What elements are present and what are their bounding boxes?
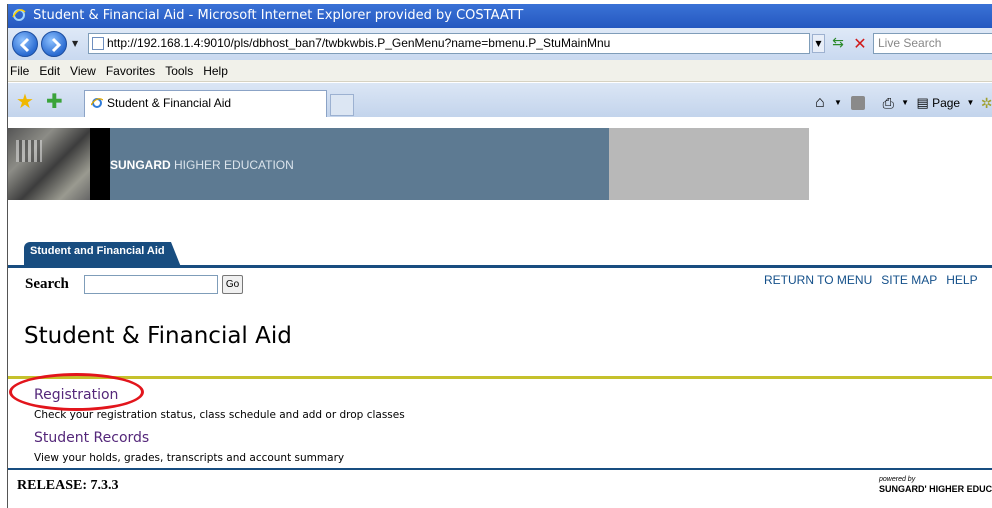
return-to-menu-link[interactable]: RETURN TO MENU	[764, 273, 872, 287]
stop-icon[interactable]: ✕	[850, 34, 870, 53]
feeds-icon[interactable]	[851, 95, 866, 110]
banner-gray-block	[609, 128, 809, 200]
page-icon-small: ▤	[916, 94, 929, 110]
tab-ie-icon	[91, 98, 103, 108]
search-input[interactable]	[84, 275, 218, 294]
sungard-logo: SUNGARD HIGHER EDUCATION	[110, 158, 294, 172]
gold-divider	[8, 376, 992, 379]
footer-divider	[8, 468, 992, 470]
tab-label: Student & Financial Aid	[107, 96, 232, 110]
new-tab-button[interactable]	[330, 94, 354, 116]
back-button[interactable]	[12, 31, 38, 57]
url-dropdown-icon[interactable]: ▼	[812, 34, 825, 53]
page-dropdown-icon[interactable]: ▼	[966, 92, 974, 114]
annotation-circle	[9, 373, 144, 411]
help-link[interactable]: HELP	[946, 273, 977, 287]
refresh-icon[interactable]: ⇆	[828, 34, 848, 53]
menu-tools[interactable]: Tools	[160, 60, 198, 82]
history-dropdown-icon[interactable]: ▼	[72, 39, 78, 48]
favorites-star-icon[interactable]: ★	[16, 91, 34, 111]
banner-photo	[8, 128, 90, 200]
address-bar: ▼ http://192.168.1.4:9010/pls/dbhost_ban…	[8, 28, 992, 60]
url-field[interactable]: http://192.168.1.4:9010/pls/dbhost_ban7/…	[88, 33, 810, 54]
site-map-link[interactable]: SITE MAP	[881, 273, 937, 287]
release-label: RELEASE: 7.3.3	[17, 478, 119, 493]
print-dropdown-icon[interactable]: ▼	[901, 92, 909, 114]
menu-view[interactable]: View	[65, 60, 101, 82]
page-content: SUNGARD HIGHER EDUCATION Student and Fin…	[8, 118, 992, 508]
registration-description: Check your registration status, class sc…	[34, 409, 405, 421]
window-title: Student & Financial Aid - Microsoft Inte…	[33, 8, 524, 23]
menu-edit[interactable]: Edit	[34, 60, 65, 82]
ie-logo-icon	[12, 8, 26, 21]
menu-bar: File Edit View Favorites Tools Help	[8, 60, 992, 82]
banner-brand: SUNGARD	[110, 158, 171, 172]
powered-by-logo: powered by SUNGARD' HIGHER EDUCA	[879, 476, 992, 494]
top-links: RETURN TO MENU SITE MAP HELP	[764, 273, 987, 287]
menu-favorites[interactable]: Favorites	[101, 60, 160, 82]
add-favorites-icon[interactable]: ✚	[46, 91, 63, 111]
tab-student-financial-aid[interactable]: Student and Financial Aid	[24, 242, 181, 267]
tab-bar: ★ ✚ Student & Financial Aid ⌂ ▼ ⎙ ▼ ▤ Pa…	[8, 83, 992, 117]
tools-gear-icon[interactable]: ✲	[981, 92, 992, 114]
tab-underline	[8, 265, 992, 268]
menu-help[interactable]: Help	[198, 60, 233, 82]
menu-file[interactable]: File	[8, 60, 34, 82]
print-icon[interactable]: ⎙	[883, 92, 894, 114]
title-bar: Student & Financial Aid - Microsoft Inte…	[8, 4, 992, 28]
student-records-description: View your holds, grades, transcripts and…	[34, 452, 345, 464]
url-text: http://192.168.1.4:9010/pls/dbhost_ban7/…	[107, 36, 611, 50]
home-dropdown-icon[interactable]: ▼	[834, 92, 842, 114]
page-icon	[92, 37, 104, 50]
live-search-placeholder: Live Search	[878, 36, 942, 50]
browser-window: Student & Financial Aid - Microsoft Inte…	[7, 4, 992, 508]
command-bar: ⌂ ▼ ⎙ ▼ ▤ Page ▼ ✲	[815, 91, 992, 113]
search-label: Search	[25, 276, 69, 292]
back-arrow-icon	[19, 37, 30, 53]
banner-black-strip	[90, 128, 110, 200]
tab-active[interactable]: Student & Financial Aid	[84, 90, 327, 117]
powered-by-text: powered by	[879, 476, 916, 483]
forward-button[interactable]	[41, 31, 67, 57]
home-icon[interactable]: ⌂	[815, 92, 825, 114]
banner-brand-suffix: HIGHER EDUCATION	[174, 158, 294, 172]
page-menu-label[interactable]: Page	[932, 92, 960, 114]
student-records-link[interactable]: Student Records	[34, 430, 149, 446]
go-button[interactable]: Go	[222, 275, 243, 294]
page-title: Student & Financial Aid	[24, 323, 292, 349]
live-search-input[interactable]: Live Search	[873, 33, 992, 54]
forward-arrow-icon	[51, 37, 62, 53]
powered-by-brand: SUNGARD' HIGHER EDUCA	[879, 484, 992, 494]
